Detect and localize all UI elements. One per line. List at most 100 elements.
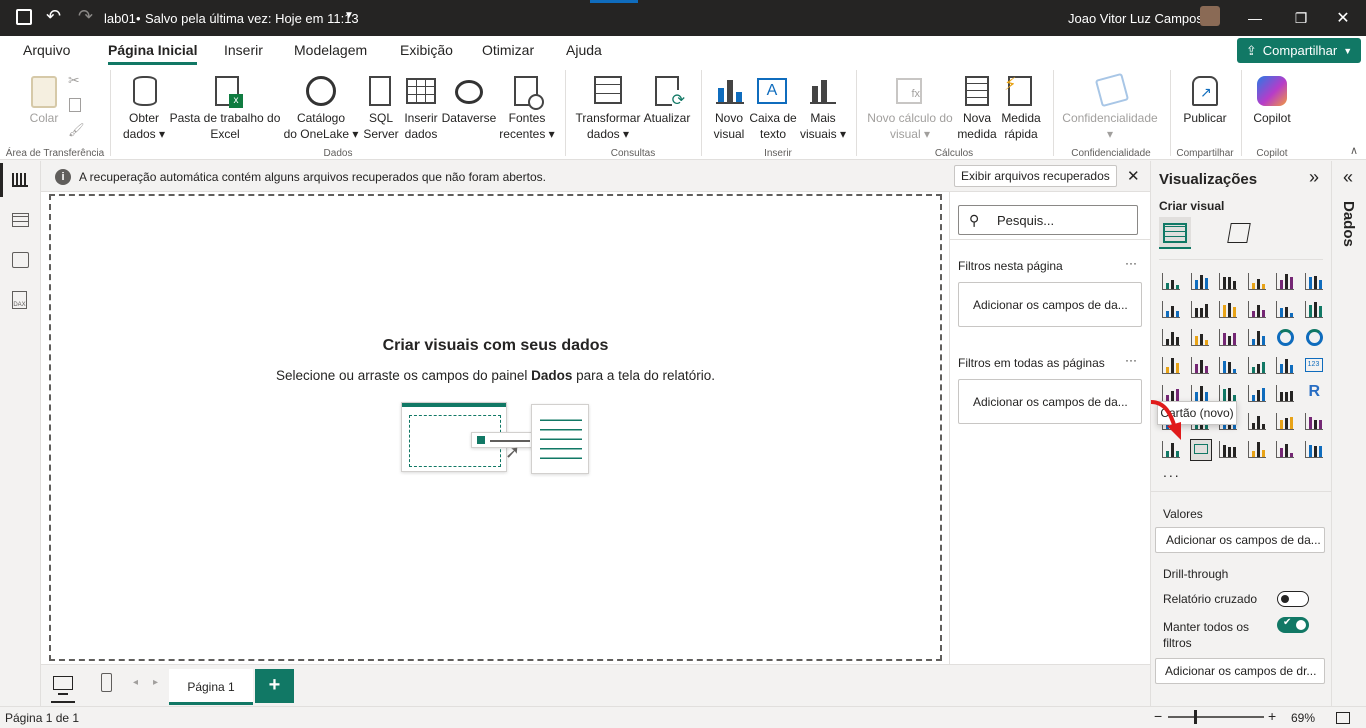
refresh-button[interactable]: Atualizar — [640, 110, 694, 126]
file-name[interactable]: lab01 — [104, 11, 136, 26]
build-visual-tab[interactable] — [1159, 217, 1191, 249]
format-visual-tab[interactable] — [1227, 219, 1255, 247]
goals-icon[interactable] — [1304, 411, 1326, 433]
zoom-slider-thumb[interactable] — [1194, 710, 1197, 724]
zoom-out-icon[interactable]: − — [1154, 708, 1162, 724]
tab-exibicao[interactable]: Exibição — [400, 42, 453, 58]
chevron-down-icon[interactable]: ▼ — [344, 10, 354, 21]
tab-modelagem[interactable]: Modelagem — [294, 42, 367, 58]
enter-data-button[interactable]: Inserir dados — [400, 110, 442, 142]
line-chart-icon[interactable] — [1161, 299, 1183, 321]
metrics-icon[interactable] — [1275, 439, 1297, 461]
clustered-bar-icon[interactable] — [1218, 271, 1240, 293]
azure-map-icon[interactable] — [1247, 355, 1269, 377]
waterfall-icon[interactable] — [1190, 327, 1212, 349]
recent-sources-button[interactable]: Fontes recentes ▾ — [496, 110, 558, 142]
funnel-icon[interactable] — [1218, 327, 1240, 349]
more-options-icon[interactable]: ··· — [1125, 353, 1137, 367]
desktop-layout-icon[interactable] — [53, 676, 73, 695]
matrix-icon[interactable] — [1275, 383, 1297, 405]
excel-workbook-button[interactable]: Pasta de trabalho do Excel — [168, 110, 282, 142]
pie-chart-icon[interactable] — [1275, 327, 1297, 349]
add-values-field[interactable]: Adicionar os campos de da... — [1155, 527, 1325, 553]
power-apps-icon[interactable] — [1218, 439, 1240, 461]
zoom-slider[interactable] — [1168, 710, 1264, 724]
fit-to-page-icon[interactable] — [1336, 712, 1350, 724]
new-visual-calc-button[interactable]: Novo cálculo do visual ▾ — [864, 110, 956, 142]
model-view-icon[interactable] — [12, 252, 29, 268]
copilot-button[interactable]: Copilot — [1246, 110, 1298, 126]
filter-search-box[interactable]: ⚲ Pesquis... — [958, 205, 1138, 235]
save-status[interactable]: Salvo pela última vez: Hoje em 11:13 — [145, 11, 359, 26]
ribbon-chart-icon[interactable] — [1161, 327, 1183, 349]
collapse-ribbon-icon[interactable]: ∧ — [1350, 144, 1358, 157]
next-page-icon[interactable]: ▸ — [153, 677, 158, 688]
line-clustered-icon[interactable] — [1304, 299, 1326, 321]
onelake-catalog-button[interactable]: Catálogo do OneLake ▾ — [280, 110, 362, 142]
clustered-column-icon[interactable] — [1247, 271, 1269, 293]
new-visual-button[interactable]: Novo visual — [708, 110, 750, 142]
close-icon[interactable]: ✕ — [1127, 167, 1140, 185]
expand-pane-icon[interactable]: « — [1343, 167, 1353, 188]
tab-otimizar[interactable]: Otimizar — [482, 42, 534, 58]
gauge-icon[interactable] — [1275, 355, 1297, 377]
filled-map-icon[interactable] — [1218, 355, 1240, 377]
treemap-icon[interactable] — [1161, 355, 1183, 377]
collapse-pane-icon[interactable]: » — [1309, 167, 1319, 188]
add-page-button[interactable]: + — [255, 669, 294, 703]
donut-chart-icon[interactable] — [1304, 327, 1326, 349]
stacked-bar-icon[interactable] — [1161, 271, 1183, 293]
save-icon[interactable] — [16, 9, 32, 25]
page-tab-1[interactable]: Página 1 — [169, 669, 253, 705]
avatar[interactable] — [1200, 6, 1220, 26]
stacked-column-icon[interactable] — [1190, 271, 1212, 293]
line-column-icon[interactable] — [1275, 299, 1297, 321]
tab-pagina-inicial[interactable]: Página Inicial — [108, 42, 198, 65]
qa-icon[interactable] — [1247, 411, 1269, 433]
keep-filters-toggle[interactable]: ✔ — [1277, 617, 1309, 633]
add-all-pages-filter-field[interactable]: Adicionar os campos de da... — [958, 379, 1142, 424]
report-canvas[interactable]: Criar visuais com seus dados Selecione o… — [49, 194, 942, 661]
card-icon[interactable]: 123 — [1304, 355, 1326, 377]
undo-icon[interactable]: ↶ — [46, 6, 61, 27]
more-visuals-dots[interactable]: ... — [1163, 464, 1181, 480]
map-icon[interactable] — [1190, 355, 1212, 377]
view-recovered-files-button[interactable]: Exibir arquivos recuperados — [954, 165, 1117, 187]
redo-icon[interactable]: ↷ — [78, 6, 93, 27]
report-view-icon[interactable] — [12, 173, 28, 187]
tab-ajuda[interactable]: Ajuda — [566, 42, 602, 58]
dataverse-button[interactable]: Dataverse — [440, 110, 498, 126]
paste-button[interactable]: Colar — [20, 110, 68, 126]
scatter-icon[interactable] — [1247, 327, 1269, 349]
close-button[interactable]: ✕ — [1320, 0, 1366, 36]
transform-data-button[interactable]: Transformar dados ▾ — [574, 110, 642, 142]
add-page-filter-field[interactable]: Adicionar os campos de da... — [958, 282, 1142, 327]
new-measure-button[interactable]: Nova medida — [954, 110, 1000, 142]
share-button[interactable]: ⇪ Compartilhar ▼ — [1237, 38, 1361, 63]
quick-measure-button[interactable]: Medida rápida — [998, 110, 1044, 142]
cut-icon[interactable]: ✂ — [68, 72, 80, 89]
text-box-button[interactable]: Caixa de texto — [748, 110, 798, 142]
get-data-button[interactable]: Obter dados ▾ — [116, 110, 172, 142]
table-visual-icon[interactable] — [1247, 383, 1269, 405]
more-options-icon[interactable]: ··· — [1125, 256, 1137, 270]
format-painter-icon[interactable]: 🖌 — [68, 122, 85, 138]
mobile-layout-icon[interactable] — [101, 673, 112, 692]
tab-arquivo[interactable]: Arquivo — [23, 42, 70, 58]
copy-icon[interactable] — [69, 98, 81, 112]
sql-server-button[interactable]: SQL Server — [360, 110, 402, 142]
tab-inserir[interactable]: Inserir — [224, 42, 263, 58]
cross-report-toggle[interactable] — [1277, 591, 1309, 607]
more-visuals-button[interactable]: Mais visuais ▾ — [798, 110, 848, 142]
data-pane-collapsed[interactable]: « Dados — [1331, 161, 1366, 706]
table-view-icon[interactable] — [12, 213, 29, 227]
100-bar-icon[interactable] — [1275, 271, 1297, 293]
new-card-icon[interactable] — [1189, 439, 1212, 461]
stacked-area-icon[interactable] — [1218, 299, 1240, 321]
add-drillthrough-field[interactable]: Adicionar os campos de dr... — [1155, 658, 1325, 684]
zoom-in-icon[interactable]: + — [1268, 708, 1276, 724]
prev-page-icon[interactable]: ◂ — [133, 677, 138, 688]
publish-button[interactable]: Publicar — [1176, 110, 1234, 126]
dax-query-icon[interactable]: DAX — [12, 291, 27, 309]
more-icon[interactable] — [1304, 439, 1326, 461]
